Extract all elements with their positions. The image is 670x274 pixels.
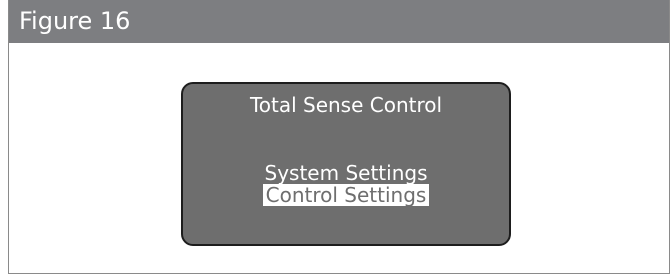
- control-display-screen: Total Sense Control System Settings Cont…: [181, 82, 511, 246]
- screen-title: Total Sense Control: [249, 93, 443, 117]
- menu-item-system-settings[interactable]: System Settings: [262, 162, 431, 184]
- figure-title: Figure 16: [9, 0, 669, 43]
- settings-menu: System Settings Control Settings: [183, 162, 509, 206]
- figure-frame: Figure 16 Total Sense Control System Set…: [8, 0, 670, 274]
- menu-item-control-settings[interactable]: Control Settings: [262, 184, 430, 206]
